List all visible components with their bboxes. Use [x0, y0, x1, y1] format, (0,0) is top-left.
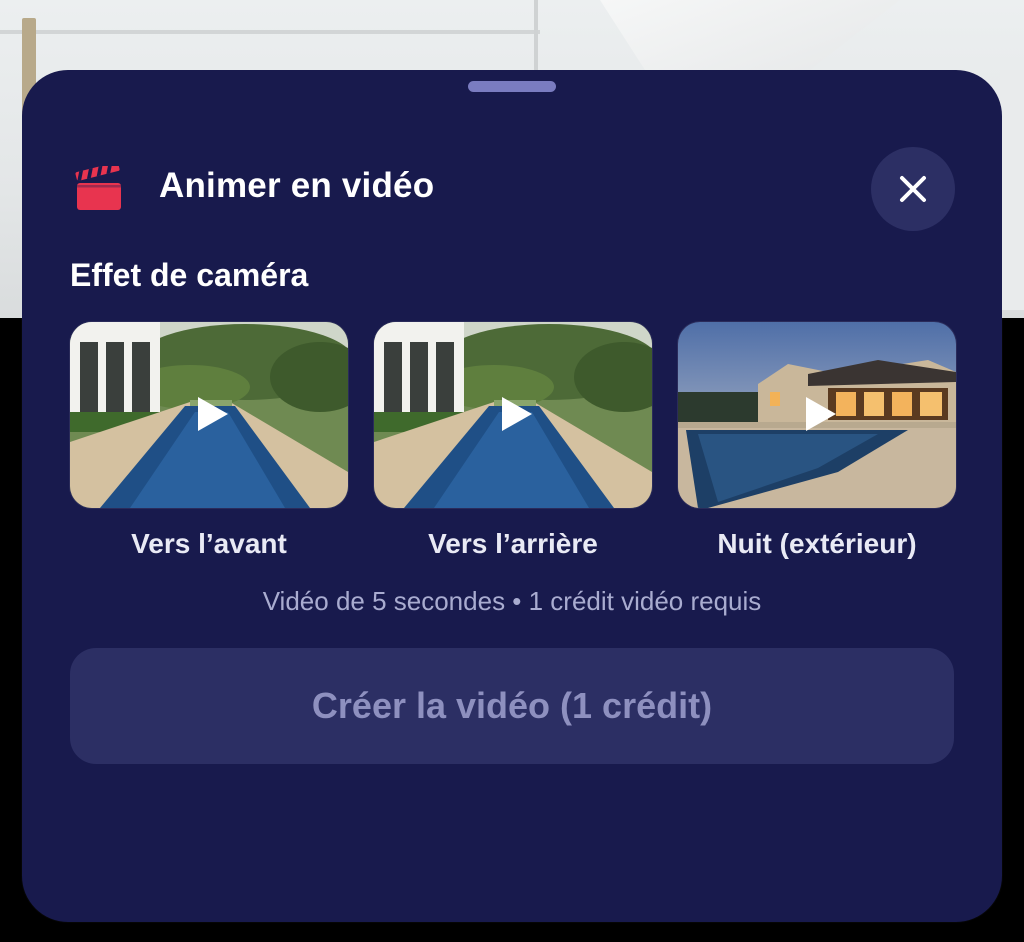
- option-night-exterior-thumbnail: [678, 322, 956, 508]
- option-night-exterior-label: Nuit (extérieur): [717, 528, 917, 559]
- video-info-text: Vidéo de 5 secondes • 1 crédit vidéo req…: [262, 586, 762, 616]
- animate-video-sheet: Animer en vidéo Effet de caméra Vers l’a…: [22, 70, 1002, 922]
- sheet-grabber-handle[interactable]: [468, 81, 556, 92]
- option-forward-label: Vers l’avant: [131, 528, 287, 559]
- close-button[interactable]: [871, 147, 955, 231]
- option-backward[interactable]: Vers l’arrière: [374, 322, 652, 560]
- sheet-title: Animer en vidéo: [159, 166, 435, 205]
- option-night-exterior[interactable]: Nuit (extérieur): [678, 322, 956, 560]
- option-backward-thumbnail: [374, 322, 652, 508]
- close-icon: [900, 176, 926, 202]
- option-backward-label: Vers l’arrière: [428, 528, 598, 559]
- option-forward-thumbnail: [70, 322, 348, 508]
- camera-effect-options: Vers l’avant Vers l’arrière Nuit (extéri…: [70, 322, 956, 562]
- create-video-button[interactable]: Créer la vidéo (1 crédit): [70, 648, 954, 764]
- camera-effect-label: Effet de caméra: [70, 257, 309, 293]
- clapperboard-icon: [75, 166, 121, 210]
- play-icon: [502, 397, 532, 431]
- play-icon: [198, 397, 228, 431]
- option-forward[interactable]: Vers l’avant: [70, 322, 348, 560]
- play-icon: [806, 397, 836, 431]
